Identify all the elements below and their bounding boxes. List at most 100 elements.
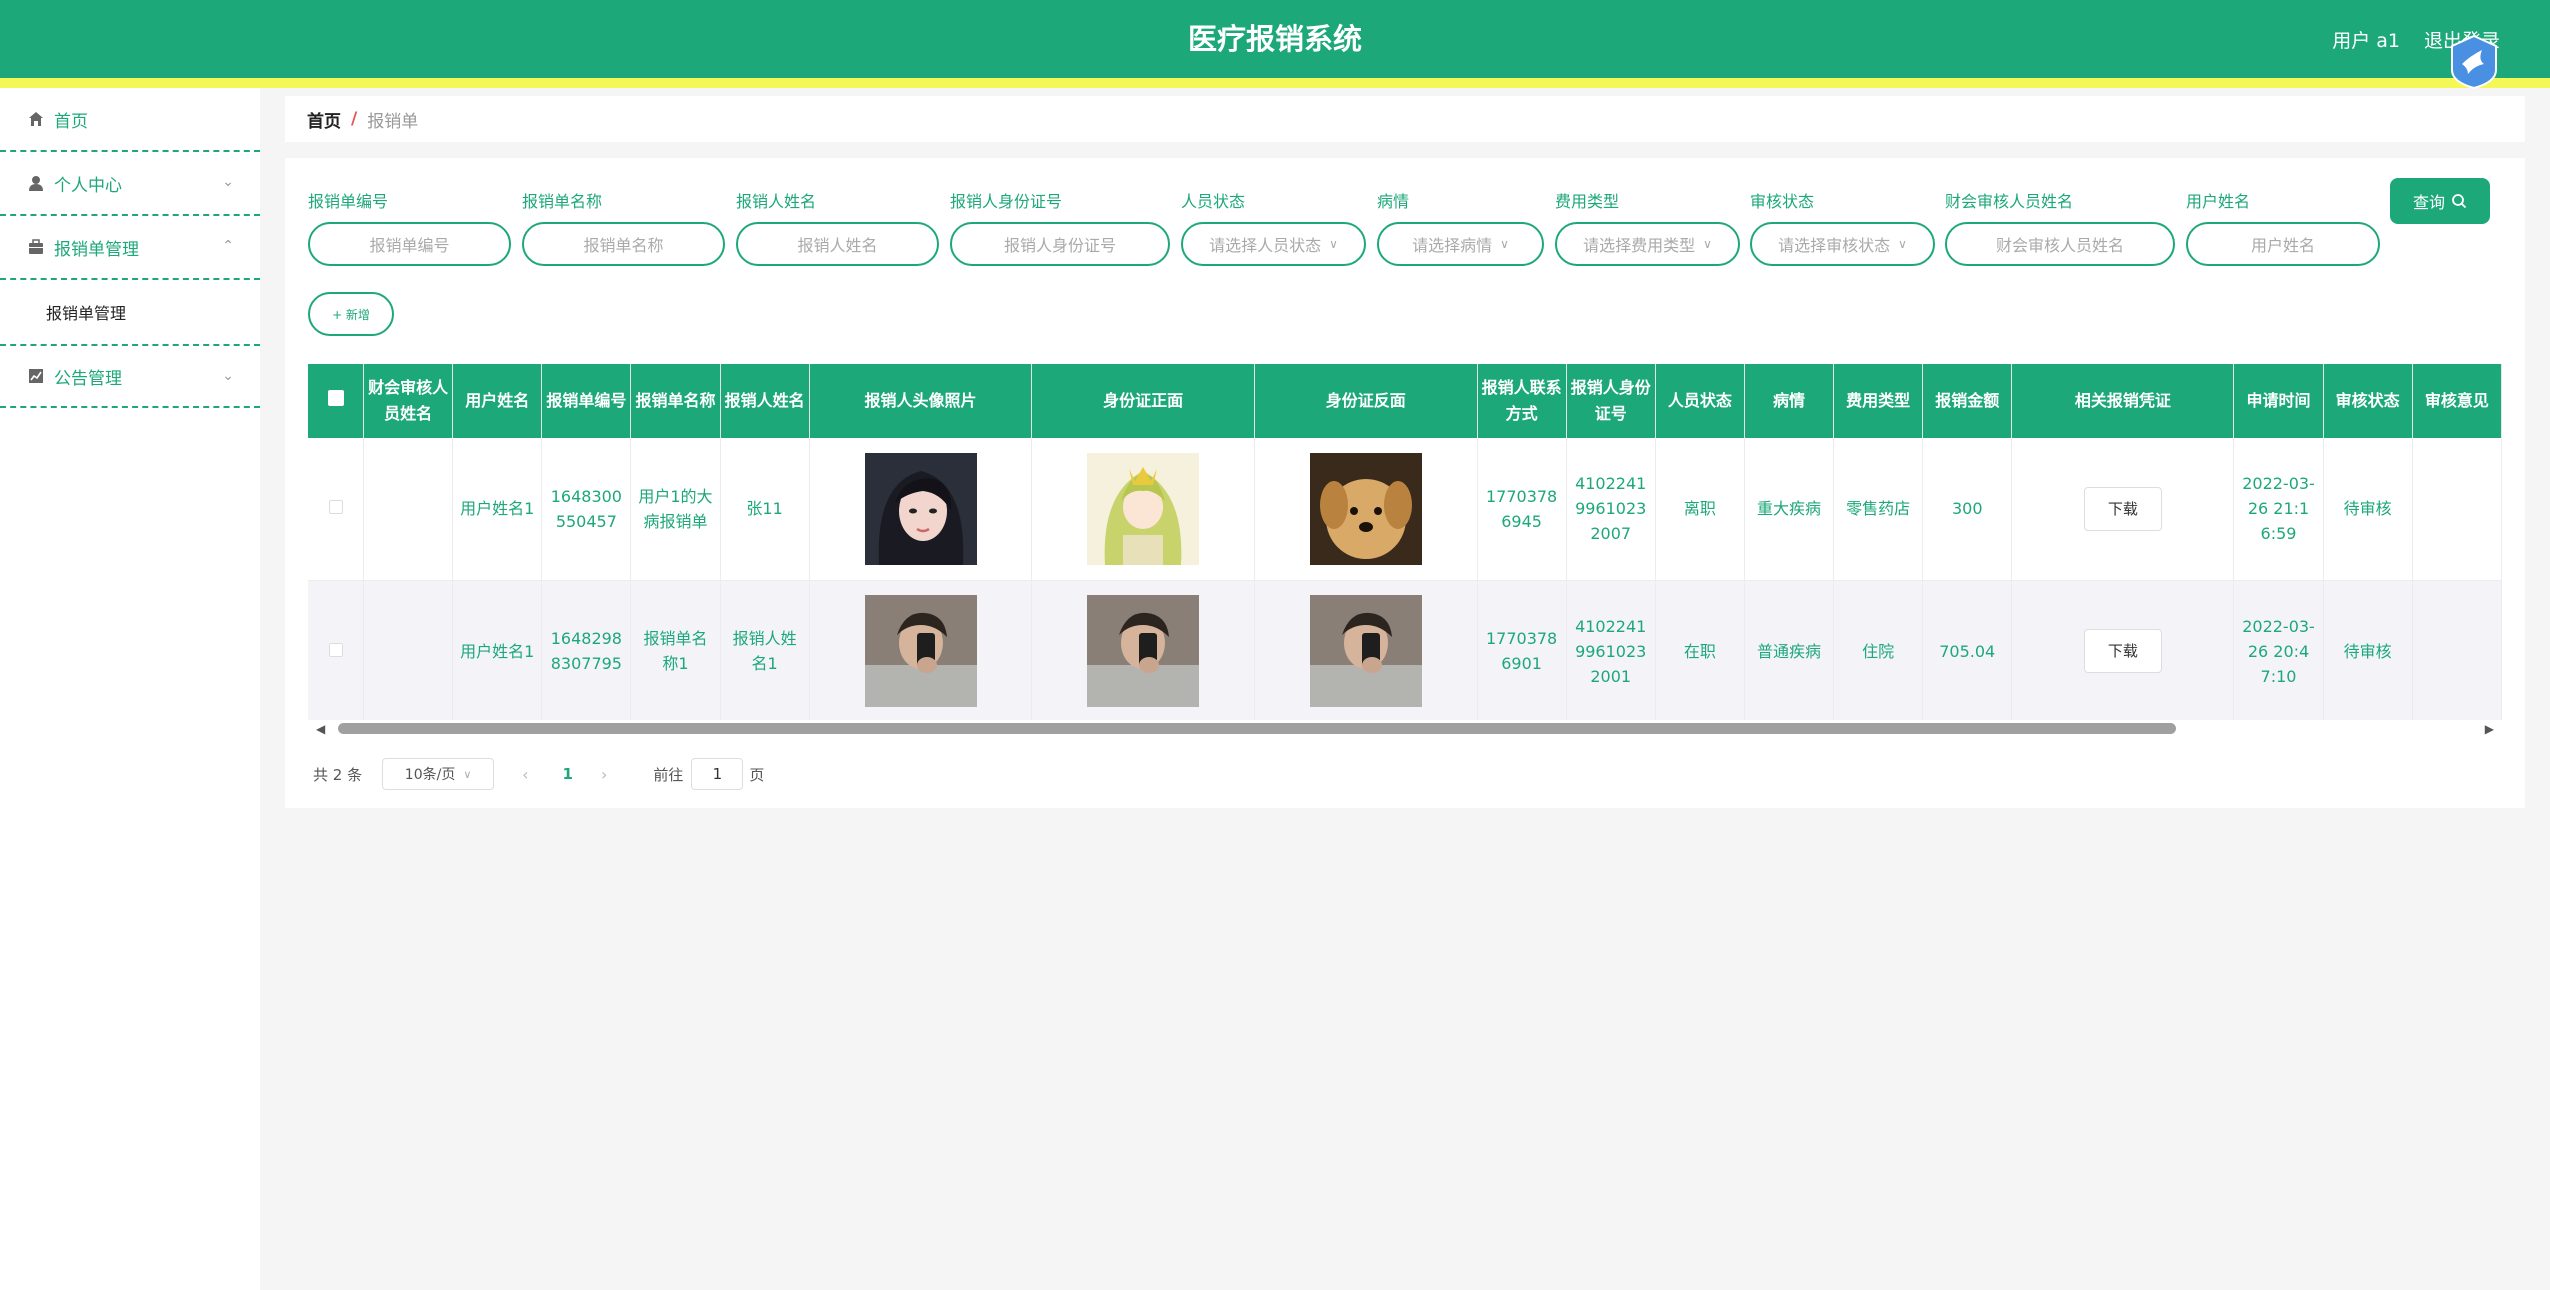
row-checkbox[interactable] bbox=[328, 500, 343, 515]
filter-label: 报销单编号 bbox=[308, 192, 389, 211]
cell-staff-status: 离职 bbox=[1655, 438, 1745, 581]
cell-staff-status: 在职 bbox=[1655, 580, 1745, 723]
id-back-photo[interactable] bbox=[1309, 452, 1422, 565]
cell-amount: 705.04 bbox=[1922, 580, 2013, 723]
bird-logo-icon[interactable] bbox=[2448, 34, 2500, 90]
download-button[interactable]: 下载 bbox=[2083, 486, 2162, 531]
filter-form-name: 报销单名称 报销单名称 bbox=[522, 188, 725, 266]
form-no-input[interactable]: 报销单编号 bbox=[308, 222, 511, 266]
column-header: 报销人头像照片 bbox=[809, 364, 1033, 438]
column-header: 身份证正面 bbox=[1031, 364, 1255, 438]
submenu-item-claims-manage[interactable]: 报销单管理 bbox=[0, 280, 260, 344]
page-size-select[interactable]: 10条/页 ∨ bbox=[382, 758, 495, 790]
breadcrumb-current: 报销单 bbox=[367, 111, 419, 132]
claimant-input[interactable]: 报销人姓名 bbox=[736, 222, 939, 266]
cell-id-no: 410224199610232001 bbox=[1566, 580, 1656, 723]
cell-form-no: 1648300550457 bbox=[541, 438, 632, 581]
sidebar-item-profile[interactable]: 个人中心 ⌄ bbox=[0, 152, 260, 216]
avatar-photo[interactable] bbox=[864, 452, 977, 565]
illness-select[interactable]: 请选择病情 ∨ bbox=[1377, 222, 1544, 266]
cell-amount: 300 bbox=[1922, 438, 2013, 581]
cell-form-name: 用户1的大病报销单 bbox=[630, 438, 721, 581]
select-placeholder: 请选择审核状态 bbox=[1778, 236, 1891, 255]
page-number[interactable]: 1 bbox=[563, 765, 573, 783]
fee-type-select[interactable]: 请选择费用类型 ∨ bbox=[1555, 222, 1740, 266]
scroll-right-icon[interactable]: ▶ bbox=[2485, 722, 2494, 736]
cell-avatar bbox=[809, 580, 1033, 723]
cell-claimant: 报销人姓名1 bbox=[720, 580, 810, 723]
user-name-input[interactable]: 用户姓名 bbox=[2186, 222, 2380, 266]
cell-avatar bbox=[809, 438, 1033, 581]
id-back-photo[interactable] bbox=[1309, 595, 1422, 707]
sidebar-item-claims[interactable]: 报销单管理 ⌃ bbox=[0, 216, 260, 280]
audit-status-select[interactable]: 请选择审核状态 ∨ bbox=[1750, 222, 1935, 266]
current-user: 用户 a1 bbox=[2332, 30, 2400, 52]
form-name-input[interactable]: 报销单名称 bbox=[522, 222, 725, 266]
staff-status-select[interactable]: 请选择人员状态 ∨ bbox=[1181, 222, 1366, 266]
horizontal-scrollbar[interactable]: ◀ ▶ bbox=[308, 720, 2502, 736]
filter-fee-type: 费用类型 请选择费用类型 ∨ bbox=[1555, 188, 1740, 266]
column-header: 病情 bbox=[1744, 364, 1835, 438]
scroll-left-icon[interactable]: ◀ bbox=[316, 722, 325, 736]
id-no-input[interactable]: 报销人身份证号 bbox=[950, 222, 1170, 266]
cell-id-no: 410224199610232007 bbox=[1566, 438, 1656, 581]
filter-label: 审核状态 bbox=[1750, 192, 1815, 211]
column-header: 身份证反面 bbox=[1254, 364, 1478, 438]
id-front-photo[interactable] bbox=[1087, 452, 1200, 565]
filter-label: 报销人身份证号 bbox=[950, 192, 1063, 211]
sidebar: 首页 个人中心 ⌄ 报销单管理 ⌃ 报销单管理 公告管理 ⌄ bbox=[0, 88, 260, 1290]
filter-id-no: 报销人身份证号 报销人身份证号 bbox=[950, 188, 1170, 266]
avatar-photo[interactable] bbox=[864, 595, 977, 707]
column-header: 相关报销凭证 bbox=[2011, 364, 2235, 438]
user-icon bbox=[29, 176, 43, 191]
cell-user-name: 用户姓名1 bbox=[452, 580, 543, 723]
pagination: 共 2 条 10条/页 ∨ ‹ 1 › 前往 1 页 bbox=[313, 758, 764, 790]
sidebar-item-label: 报销单管理 bbox=[54, 239, 139, 260]
column-header: 报销人联系方式 bbox=[1477, 364, 1567, 438]
filter-form-no: 报销单编号 报销单编号 bbox=[308, 188, 511, 266]
add-button[interactable]: + 新增 bbox=[308, 292, 394, 336]
cell-id-front bbox=[1031, 438, 1255, 581]
next-page-icon[interactable]: › bbox=[601, 765, 607, 784]
cell-voucher: 下载 bbox=[2011, 438, 2235, 581]
table-row: 用户姓名1 1648300550457 用户1的大病报销单 张11 177037… bbox=[308, 438, 2502, 581]
column-header: 报销人姓名 bbox=[720, 364, 810, 438]
home-icon bbox=[29, 112, 43, 126]
cell-claimant: 张11 bbox=[720, 438, 810, 581]
id-front-photo[interactable] bbox=[1087, 595, 1200, 707]
column-header: 用户姓名 bbox=[452, 364, 543, 438]
sidebar-item-notices[interactable]: 公告管理 ⌄ bbox=[0, 344, 260, 408]
query-button[interactable]: 查询 bbox=[2390, 178, 2490, 224]
breadcrumb-separator: / bbox=[351, 109, 358, 129]
filter-illness: 病情 请选择病情 ∨ bbox=[1377, 188, 1544, 266]
scrollbar-thumb[interactable] bbox=[338, 723, 2176, 734]
prev-page-icon[interactable]: ‹ bbox=[522, 765, 528, 784]
cell-auditor bbox=[363, 438, 454, 581]
briefcase-icon bbox=[29, 239, 43, 254]
select-all-header bbox=[308, 364, 365, 438]
cell-id-back bbox=[1254, 580, 1478, 723]
column-header: 费用类型 bbox=[1833, 364, 1924, 438]
filter-label: 用户姓名 bbox=[2186, 192, 2251, 211]
auditor-input[interactable]: 财会审核人员姓名 bbox=[1945, 222, 2175, 266]
row-checkbox[interactable] bbox=[328, 642, 343, 657]
cell-contact: 17703786945 bbox=[1477, 438, 1567, 581]
cell-apply-time: 2022-03-26 21:16:59 bbox=[2233, 438, 2324, 581]
cell-form-no: 16482988307795 bbox=[541, 580, 632, 723]
cell-user-name: 用户姓名1 bbox=[452, 438, 543, 581]
row-select-cell bbox=[308, 580, 365, 723]
download-button[interactable]: 下载 bbox=[2083, 629, 2162, 673]
column-header: 财会审核人员姓名 bbox=[363, 364, 454, 438]
query-label: 查询 bbox=[2412, 193, 2445, 212]
chart-icon bbox=[29, 369, 43, 383]
sidebar-item-label: 个人中心 bbox=[54, 175, 122, 196]
filter-audit-status: 审核状态 请选择审核状态 ∨ bbox=[1750, 188, 1935, 266]
breadcrumb-home[interactable]: 首页 bbox=[307, 107, 341, 132]
select-placeholder: 请选择人员状态 bbox=[1209, 236, 1322, 255]
cell-contact: 17703786901 bbox=[1477, 580, 1567, 723]
sidebar-item-home[interactable]: 首页 bbox=[0, 88, 260, 152]
select-all-checkbox[interactable] bbox=[327, 390, 344, 406]
column-header: 报销单名称 bbox=[630, 364, 721, 438]
header-stripe bbox=[0, 78, 2550, 88]
goto-page-input[interactable]: 1 bbox=[691, 758, 744, 790]
